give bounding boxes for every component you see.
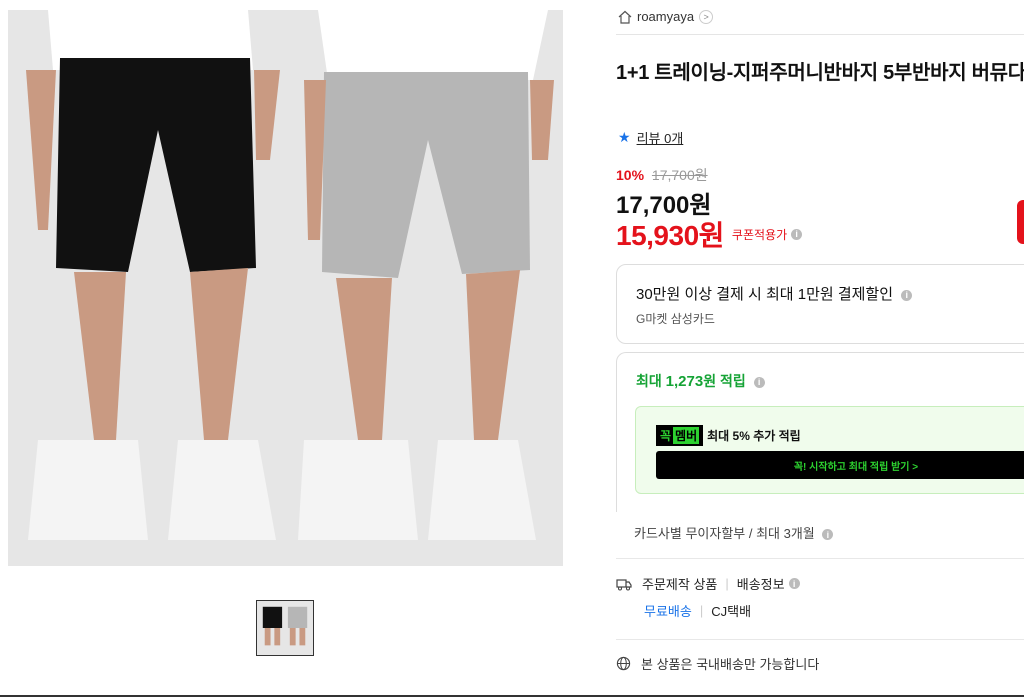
- badge-left: 꼭: [660, 429, 672, 443]
- membership-start-button[interactable]: 꼭! 시작하고 최대 적립 받기 >: [656, 451, 1024, 479]
- side-action-tab[interactable]: [1017, 200, 1024, 244]
- coupon-price: 15,930원: [616, 220, 724, 251]
- info-icon[interactable]: i: [788, 578, 800, 589]
- globe-icon: [616, 656, 631, 671]
- domestic-only-text: 본 상품은 국내배송만 가능합니다: [641, 657, 820, 672]
- carrier-name: CJ택배: [711, 604, 752, 619]
- chevron-right-icon: >: [699, 9, 714, 24]
- product-title: 1+1 트레이닝-지퍼주머니반바지 5부반바지 버뮤다팬츠: [616, 62, 1024, 84]
- seller-link[interactable]: roamyaya >: [618, 9, 714, 24]
- domestic-only-notice: 본 상품은 국내배송만 가능합니다: [616, 654, 819, 673]
- product-thumbnail[interactable]: [256, 600, 314, 656]
- info-icon[interactable]: i: [901, 289, 913, 301]
- made-to-order-label: 주문제작 상품: [642, 577, 718, 592]
- divider: [616, 639, 1024, 640]
- points-prefix: 최대: [636, 373, 666, 389]
- points-box: 최대 1,273원 적립 i 꼭 멤버 최대 5% 추가 적립 꼭! 시작하고 최…: [616, 352, 1024, 512]
- review-link[interactable]: ★ 리뷰 0개: [618, 128, 683, 147]
- product-main-image: [8, 10, 563, 566]
- membership-promo: 꼭 멤버 최대 5% 추가 적립 꼭! 시작하고 최대 적립 받기 >: [635, 406, 1024, 494]
- coupon-label: 쿠폰적용가: [731, 227, 788, 242]
- badge-right: 멤버: [673, 427, 700, 444]
- card-discount-title: 30만원 이상 결제 시 최대 1만원 결제할인 i: [636, 283, 913, 304]
- info-icon[interactable]: i: [753, 376, 765, 388]
- discount-percent: 10%: [616, 167, 645, 183]
- divider: [616, 34, 1024, 35]
- coupon-price-row: 15,930원 쿠폰적용가 i: [616, 214, 803, 254]
- info-icon[interactable]: i: [822, 529, 834, 541]
- points-amount: 1,273: [665, 373, 704, 390]
- review-count: 리뷰 0개: [636, 131, 684, 146]
- divider: |: [699, 603, 704, 618]
- shipping-info-label[interactable]: 배송정보: [737, 574, 785, 593]
- shipping-section: 주문제작 상품 | 배송정보 i 무료배송 | CJ택배: [616, 574, 800, 620]
- seller-name: roamyaya: [637, 9, 695, 24]
- points-summary: 최대 1,273원 적립 i: [636, 371, 765, 391]
- home-icon: [618, 10, 632, 24]
- divider: |: [725, 576, 729, 591]
- discount-row: 10% 17,700원: [616, 165, 708, 185]
- card-discount-box: 30만원 이상 결제 시 최대 1만원 결제할인 i G마켓 삼성카드: [616, 264, 1024, 344]
- membership-badge: 꼭 멤버: [656, 425, 704, 446]
- card-name: G마켓 삼성카드: [636, 312, 715, 326]
- star-icon: ★: [618, 129, 631, 145]
- truck-icon: [616, 578, 632, 590]
- free-shipping: 무료배송: [644, 604, 692, 619]
- info-icon[interactable]: i: [791, 228, 803, 240]
- product-info-panel: roamyaya > 1+1 트레이닝-지퍼주머니반바지 5부반바지 버뮤다팬츠…: [616, 0, 1024, 697]
- membership-text: 최대 5% 추가 적립: [707, 429, 801, 443]
- original-price: 17,700원: [651, 167, 708, 183]
- card-discount-text: 30만원 이상 결제 시 최대 1만원 결제할인: [636, 286, 894, 303]
- points-suffix: 원 적립: [703, 373, 746, 389]
- installment-info: 카드사별 무이자할부 / 최대 3개월 i: [634, 523, 834, 542]
- installment-text: 카드사별 무이자할부 / 최대 3개월: [634, 526, 815, 541]
- divider: [616, 558, 1024, 559]
